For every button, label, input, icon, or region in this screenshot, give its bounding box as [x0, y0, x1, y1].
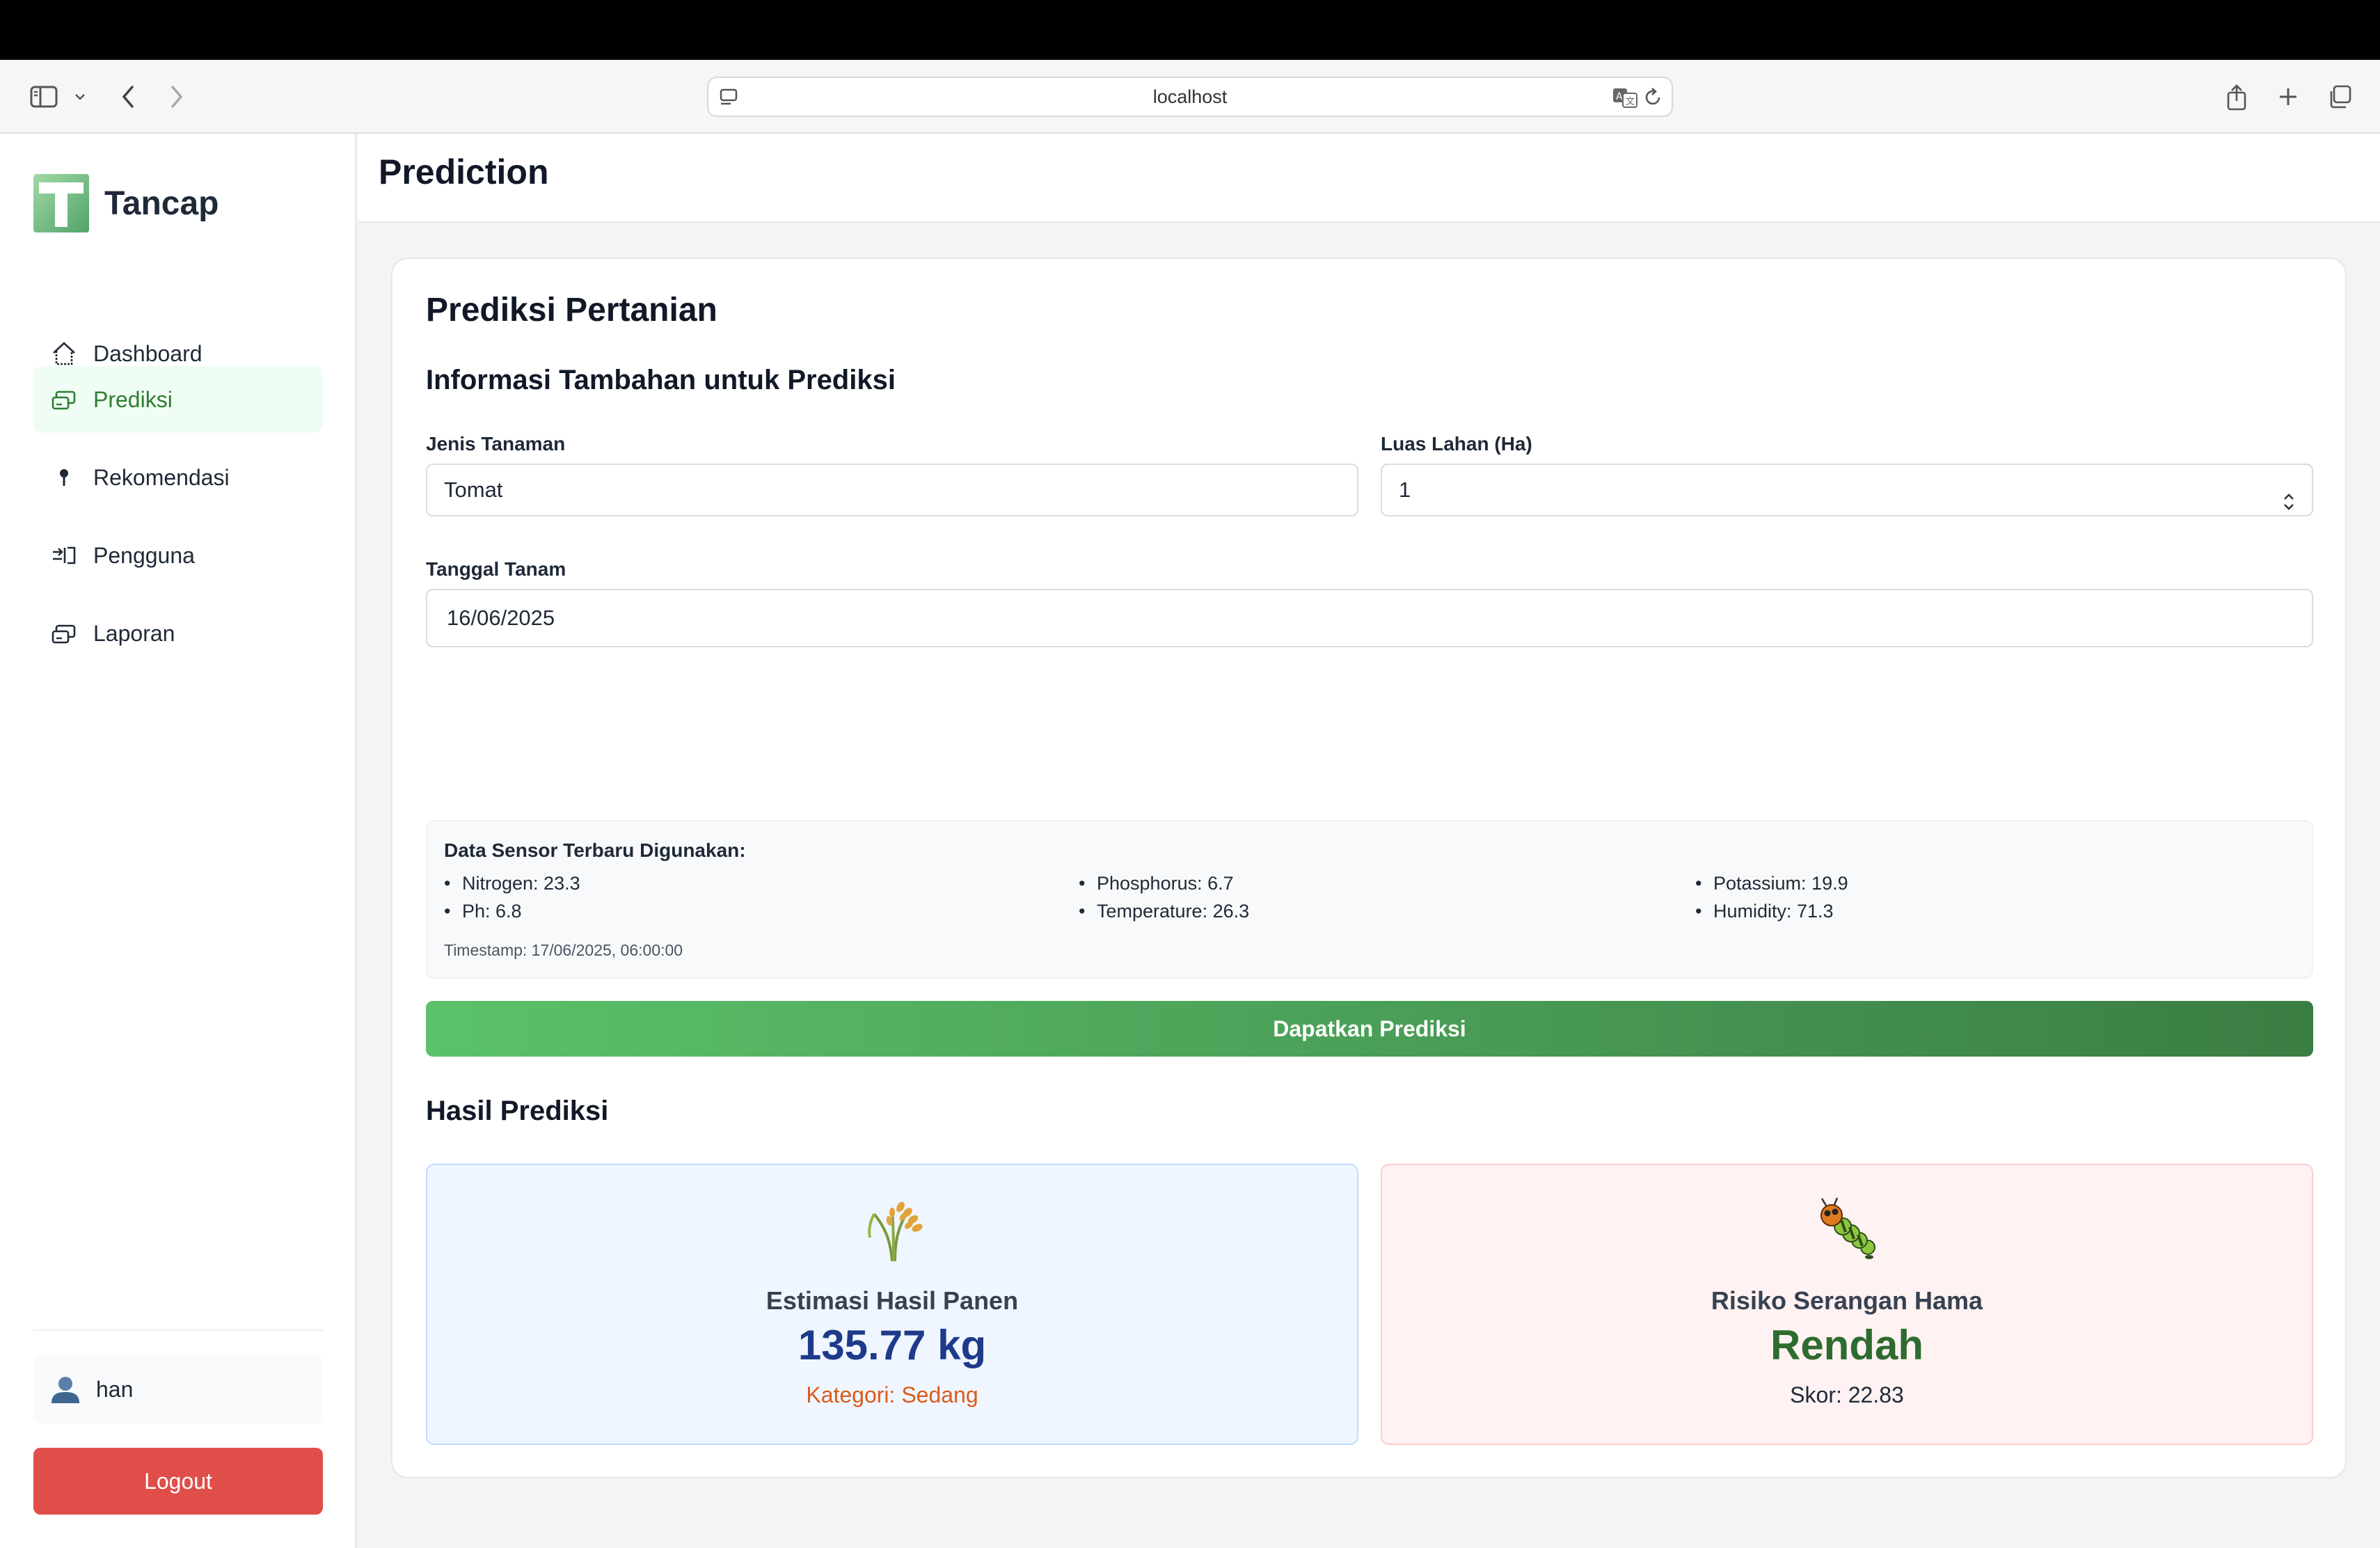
pest-score: Skor: 22.83 [1790, 1382, 1904, 1407]
user-avatar-icon [49, 1373, 82, 1406]
sensor-item: Nitrogen: 23.3 [444, 873, 580, 894]
sidebar-item-rekomendasi[interactable]: Rekomendasi [33, 444, 323, 511]
stepper-arrows-icon[interactable] [2281, 480, 2296, 530]
user-info: han [33, 1354, 323, 1424]
address-bar[interactable]: localhost A文 [707, 77, 1673, 117]
crop-input[interactable]: Tomat [426, 464, 1358, 516]
report-icon [50, 619, 78, 647]
sidebar-item-prediksi[interactable]: Prediksi [33, 366, 323, 433]
app-root: Tancap Dashboard Prediksi Rekomendasi Pe… [0, 134, 2380, 1548]
harvest-estimate-card: Estimasi Hasil Panen 135.77 kg Kategori:… [426, 1164, 1358, 1445]
get-prediction-button[interactable]: Dapatkan Prediksi [426, 1001, 2313, 1057]
svg-text:A: A [1616, 91, 1623, 102]
sidebar-item-label: Laporan [93, 620, 175, 646]
translate-icon[interactable]: A文 [1612, 86, 1640, 112]
user-name: han [96, 1376, 134, 1402]
crop-label: Jenis Tanaman [426, 433, 566, 455]
date-value: 16/06/2025 [447, 606, 555, 630]
sidebar-toggle-icon[interactable] [26, 78, 61, 116]
tab-overview-icon[interactable] [2324, 78, 2355, 116]
logout-button[interactable]: Logout [33, 1448, 323, 1515]
sidebar-item-label: Pengguna [93, 542, 195, 568]
sidebar-divider [33, 1329, 323, 1331]
new-tab-icon[interactable] [2273, 78, 2303, 116]
planting-date-input[interactable]: 16/06/2025 [426, 589, 2313, 647]
pest-risk-card: Risiko Serangan Hama Rendah Skor: 22.83 [1381, 1164, 2313, 1445]
tancap-logo-icon [33, 174, 89, 232]
sensor-item: Humidity: 71.3 [1695, 901, 1834, 922]
harvest-value: 135.77 kg [798, 1322, 987, 1368]
home-icon [50, 340, 78, 368]
users-icon [50, 542, 78, 569]
chevron-down-icon[interactable] [70, 78, 90, 116]
crop-value: Tomat [444, 477, 503, 502]
page-header: Prediction [358, 134, 2380, 223]
browser-toolbar: localhost A文 [0, 60, 2380, 134]
area-number-input[interactable]: 1 [1381, 464, 2313, 516]
share-icon[interactable] [2221, 78, 2252, 116]
area-label: Luas Lahan (Ha) [1381, 433, 1532, 455]
system-menu-bar [0, 0, 2380, 60]
sidebar: Tancap Dashboard Prediksi Rekomendasi Pe… [0, 134, 356, 1548]
card-title: Prediksi Pertanian [426, 292, 717, 329]
forward-arrow-icon[interactable] [163, 78, 191, 116]
sidebar-item-label: Rekomendasi [93, 464, 230, 490]
date-label: Tanggal Tanam [426, 558, 566, 580]
brand-name: Tancap [104, 184, 219, 222]
sensor-item: Phosphorus: 6.7 [1079, 873, 1234, 894]
back-arrow-icon[interactable] [114, 78, 142, 116]
section-title: Informasi Tambahan untuk Prediksi [426, 365, 896, 395]
result-title: Hasil Prediksi [426, 1096, 609, 1126]
sensor-data-panel: Data Sensor Terbaru Digunakan: Nitrogen:… [426, 820, 2313, 979]
page-title: Prediction [379, 152, 549, 191]
harvest-label: Estimasi Hasil Panen [765, 1286, 1019, 1315]
pest-label: Risiko Serangan Hama [1711, 1286, 1983, 1315]
sidebar-item-laporan[interactable]: Laporan [33, 600, 323, 667]
prediction-icon [50, 386, 78, 413]
sidebar-item-label: Prediksi [93, 386, 173, 412]
address-text: localhost [1152, 86, 1228, 107]
pest-risk-value: Rendah [1770, 1322, 1924, 1368]
sensor-item: Potassium: 19.9 [1695, 873, 1848, 894]
harvest-category: Kategori: Sedang [806, 1382, 978, 1407]
reload-icon[interactable] [1642, 86, 1663, 112]
sidebar-item-label: Dashboard [93, 340, 203, 366]
pin-icon [50, 464, 78, 491]
sensor-timestamp: Timestamp: 17/06/2025, 06:00:00 [444, 941, 683, 959]
sensor-title: Data Sensor Terbaru Digunakan: [444, 839, 746, 861]
sensor-item: Temperature: 26.3 [1079, 901, 1249, 922]
svg-text:文: 文 [1626, 97, 1635, 107]
sensor-item: Ph: 6.8 [444, 901, 521, 922]
brand[interactable]: Tancap [33, 174, 219, 232]
rice-sheaf-icon [859, 1194, 928, 1264]
caterpillar-icon [1814, 1194, 1883, 1264]
prediction-card: Prediksi Pertanian Informasi Tambahan un… [391, 258, 2347, 1478]
area-value: 1 [1399, 477, 1411, 502]
sidebar-item-pengguna[interactable]: Pengguna [33, 522, 323, 589]
